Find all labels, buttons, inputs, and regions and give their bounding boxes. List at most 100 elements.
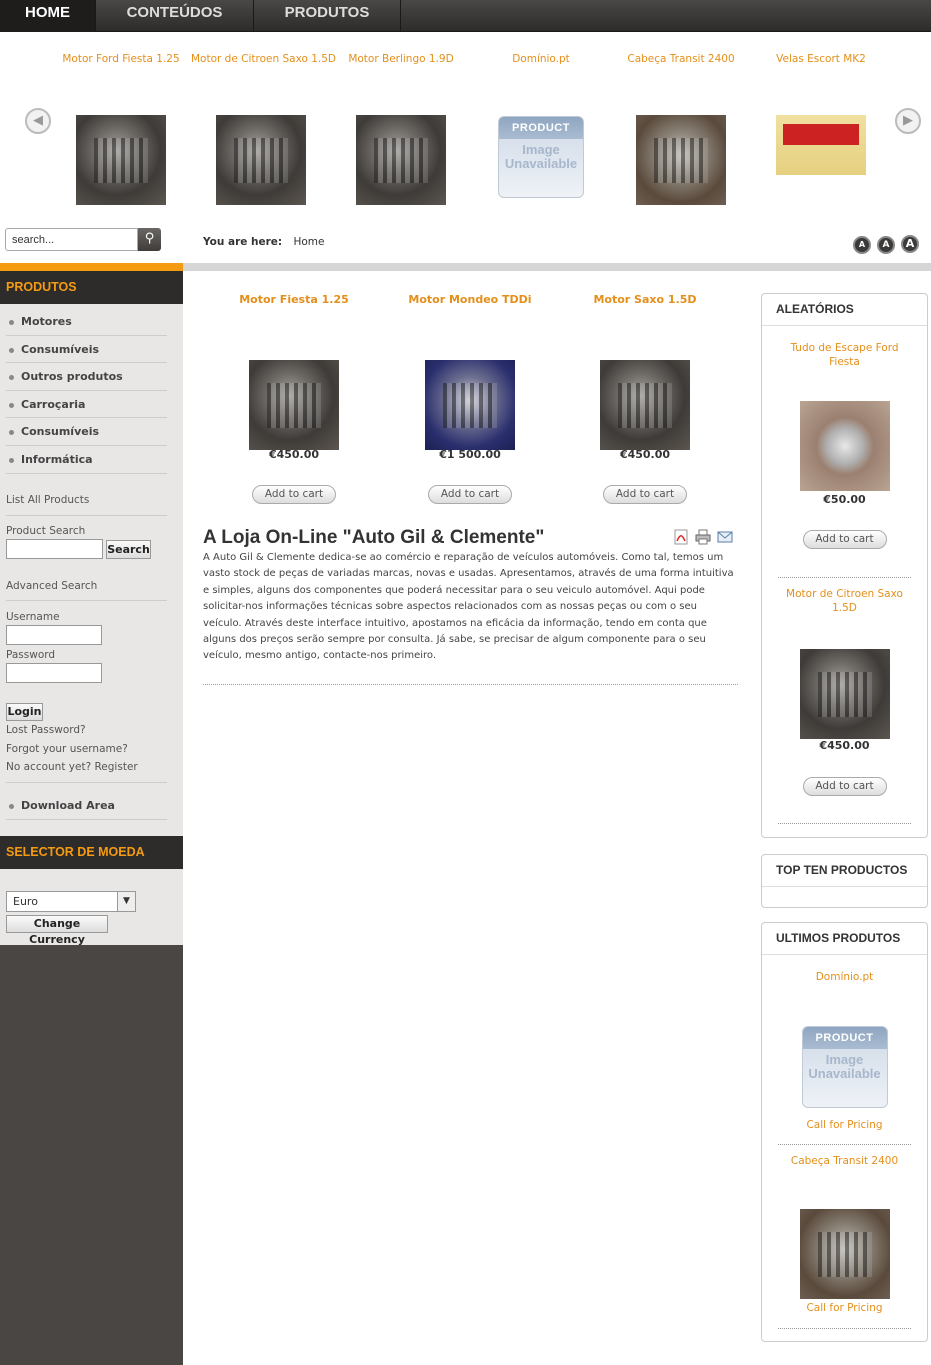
divider	[6, 600, 167, 601]
change-currency-button[interactable]: Change Currency	[6, 915, 108, 946]
product-name[interactable]: Motor Mondeo TDDi	[390, 293, 550, 360]
carousel-item-name[interactable]: Velas Escort MK2	[751, 33, 891, 83]
product-name[interactable]: Motor Saxo 1.5D	[565, 293, 725, 360]
font-size-controls: AAA	[847, 235, 919, 254]
search-button[interactable]: Search	[106, 540, 151, 559]
divider	[778, 1328, 911, 1329]
forgot-username-link[interactable]: Forgot your username?	[6, 743, 167, 755]
image-unavailable-placeholder[interactable]: PRODUCT Image Unavailable	[801, 1026, 888, 1108]
search-input[interactable]	[5, 228, 138, 251]
latest-product: Cabeça Transit 2400 Call for Pricing	[762, 1154, 927, 1315]
menu-item-consumiveis-2[interactable]: Consumíveis	[6, 418, 167, 446]
product-image[interactable]	[776, 115, 866, 175]
call-for-pricing: Call for Pricing	[806, 1119, 883, 1131]
carousel-item[interactable]: Motor de Citroen Saxo 1.5D	[191, 33, 336, 205]
menu-item-carrocaria[interactable]: Carroçaria	[6, 391, 167, 419]
font-increase-button[interactable]: A	[901, 235, 919, 253]
add-to-cart-button[interactable]: Add to cart	[428, 485, 512, 504]
pdf-icon[interactable]	[673, 529, 689, 545]
image-unavailable-placeholder[interactable]: PRODUCT Image Unavailable	[498, 116, 584, 198]
add-to-cart-button[interactable]: Add to cart	[802, 530, 887, 549]
product-image[interactable]	[799, 401, 890, 491]
product-name[interactable]: Domínio.pt	[762, 970, 927, 984]
username-label: Username	[6, 611, 60, 623]
menu-item-outros-produtos[interactable]: Outros produtos	[6, 363, 167, 391]
print-icon[interactable]	[695, 529, 711, 545]
register-link[interactable]: No account yet? Register	[6, 761, 167, 773]
add-to-cart-button[interactable]: Add to cart	[802, 777, 887, 796]
divider-bar	[183, 263, 931, 271]
add-to-cart-button[interactable]: Add to cart	[603, 485, 687, 504]
carousel-item-name[interactable]: Domínio.pt	[471, 33, 611, 83]
add-to-cart-button[interactable]: Add to cart	[252, 485, 336, 504]
divider	[778, 823, 911, 824]
lost-password-link[interactable]: Lost Password?	[6, 724, 167, 736]
product-image[interactable]	[76, 115, 166, 205]
username-field[interactable]	[6, 625, 102, 645]
magnifier-icon[interactable]: ⚲	[138, 228, 161, 251]
top-navigation: HOME CONTEÚDOS PRODUTOS	[0, 0, 931, 32]
top-ten-module: TOP TEN PRODUCTOS	[761, 854, 928, 908]
carousel-item-name[interactable]: Motor Berlingo 1.9D	[331, 33, 471, 83]
breadcrumb-bar: You are here: Home AAA	[183, 223, 931, 263]
chevron-down-icon[interactable]: ▼	[117, 892, 135, 911]
divider	[778, 577, 911, 578]
featured-product: Motor Mondeo TDDi €1 500.00 Add to cart	[390, 293, 550, 504]
latest-product: Domínio.pt PRODUCT Image Unavailable Cal…	[762, 970, 927, 1132]
product-name[interactable]: Motor Fiesta 1.25	[214, 293, 374, 360]
breadcrumb: You are here: Home	[203, 236, 324, 248]
article-title: A Loja On-Line "Auto Gil & Clemente"	[203, 527, 545, 548]
carousel-item-name[interactable]: Cabeça Transit 2400	[611, 33, 751, 83]
product-carousel: ◀ ▶ Motor Ford Fiesta 1.25 Motor de Citr…	[0, 33, 931, 223]
product-name[interactable]: Motor de Citroen Saxo 1.5D	[762, 587, 927, 615]
divider	[6, 515, 167, 516]
carousel-item[interactable]: Velas Escort MK2	[751, 33, 891, 175]
menu-item-download-area[interactable]: Download Area	[6, 792, 167, 820]
product-name[interactable]: Cabeça Transit 2400	[762, 1154, 927, 1168]
arrow-right-icon[interactable]: ▶	[895, 108, 921, 134]
product-image[interactable]	[636, 115, 726, 205]
carousel-item[interactable]: Domínio.pt PRODUCT Image Unavailable	[471, 33, 611, 198]
login-button[interactable]: Login	[6, 703, 43, 721]
font-decrease-button[interactable]: A	[853, 236, 871, 254]
module-title: ALEATÓRIOS	[762, 294, 927, 326]
product-image[interactable]	[600, 360, 690, 450]
module-title: TOP TEN PRODUCTOS	[762, 855, 927, 887]
currency-select[interactable]: Euro ▼	[6, 891, 136, 912]
list-all-products-link[interactable]: List All Products	[6, 494, 167, 506]
product-search-input[interactable]	[6, 539, 103, 559]
produtos-heading: PRODUTOS	[0, 271, 183, 304]
featured-product: Motor Saxo 1.5D €450.00 Add to cart	[565, 293, 725, 504]
placeholder-label: Image	[522, 142, 560, 157]
password-field[interactable]	[6, 663, 102, 683]
carousel-item[interactable]: Motor Berlingo 1.9D	[331, 33, 471, 205]
arrow-left-icon[interactable]: ◀	[25, 108, 51, 134]
carousel-item[interactable]: Motor Ford Fiesta 1.25	[51, 33, 191, 205]
product-image[interactable]	[356, 115, 446, 205]
random-product: Tudo de Escape Ford Fiesta €50.00 Add to…	[762, 341, 927, 549]
font-reset-button[interactable]: A	[877, 236, 895, 254]
tab-produtos[interactable]: PRODUTOS	[254, 0, 401, 32]
carousel-item-name[interactable]: Motor Ford Fiesta 1.25	[51, 33, 191, 83]
product-image[interactable]	[249, 360, 339, 450]
tab-home[interactable]: HOME	[0, 0, 96, 32]
site-search: ⚲	[0, 223, 183, 263]
carousel-item[interactable]: Cabeça Transit 2400	[611, 33, 751, 205]
product-category-menu: Motores Consumíveis Outros produtos Carr…	[6, 308, 167, 474]
product-image[interactable]	[799, 649, 890, 739]
advanced-search-link[interactable]: Advanced Search	[6, 580, 167, 592]
product-price: €450.00	[819, 739, 870, 752]
tab-conteudos[interactable]: CONTEÚDOS	[96, 0, 254, 32]
product-image[interactable]	[216, 115, 306, 205]
menu-item-informatica[interactable]: Informática	[6, 446, 167, 474]
product-name[interactable]: Tudo de Escape Ford Fiesta	[762, 341, 927, 369]
product-image[interactable]	[425, 360, 515, 450]
carousel-item-name[interactable]: Motor de Citroen Saxo 1.5D	[191, 33, 336, 83]
email-icon[interactable]	[717, 529, 733, 545]
currency-heading: SELECTOR DE MOEDA	[0, 836, 183, 869]
menu-item-consumiveis[interactable]: Consumíveis	[6, 336, 167, 364]
download-menu: Download Area	[6, 792, 167, 820]
product-image[interactable]	[799, 1209, 890, 1299]
product-search-label: Product Search	[6, 525, 86, 537]
menu-item-motores[interactable]: Motores	[6, 308, 167, 336]
